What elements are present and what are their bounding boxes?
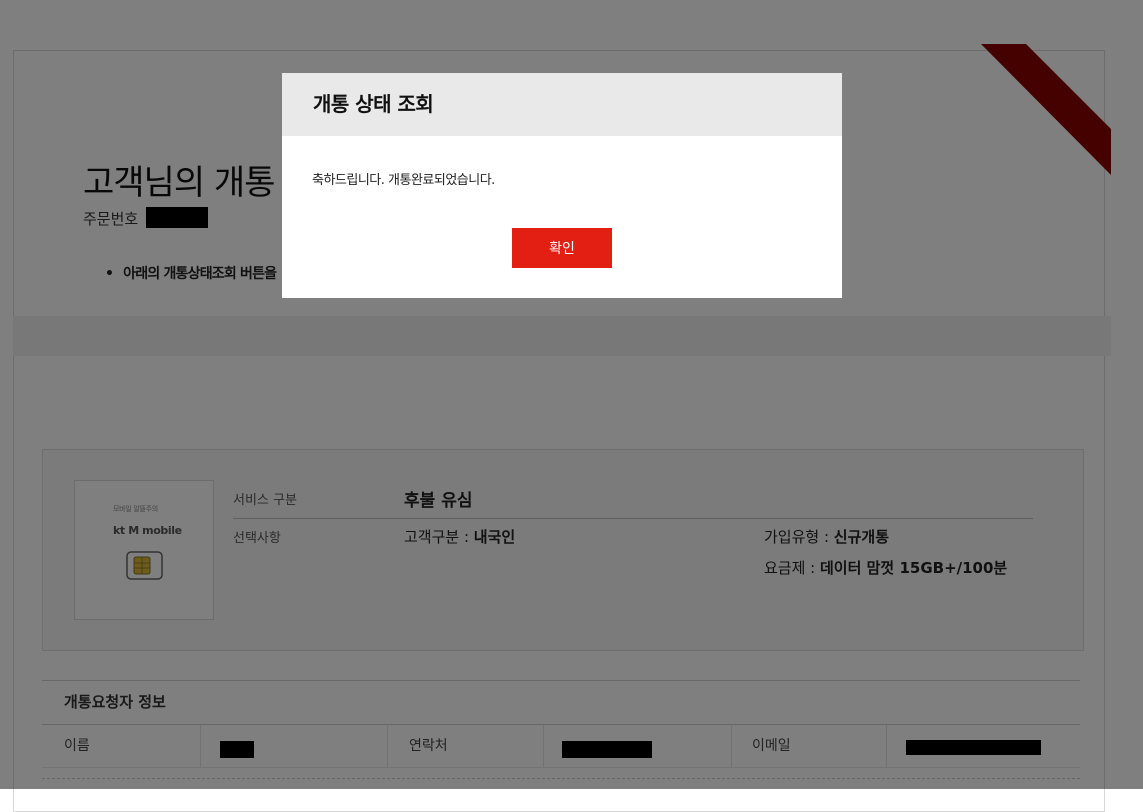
modal-title: 개통 상태 조회 — [282, 73, 842, 136]
confirm-button[interactable]: 확인 — [512, 228, 612, 268]
status-modal: 개통 상태 조회 축하드립니다. 개통완료되었습니다. 확인 — [282, 73, 842, 298]
modal-message: 축하드립니다. 개통완료되었습니다. — [312, 173, 495, 188]
